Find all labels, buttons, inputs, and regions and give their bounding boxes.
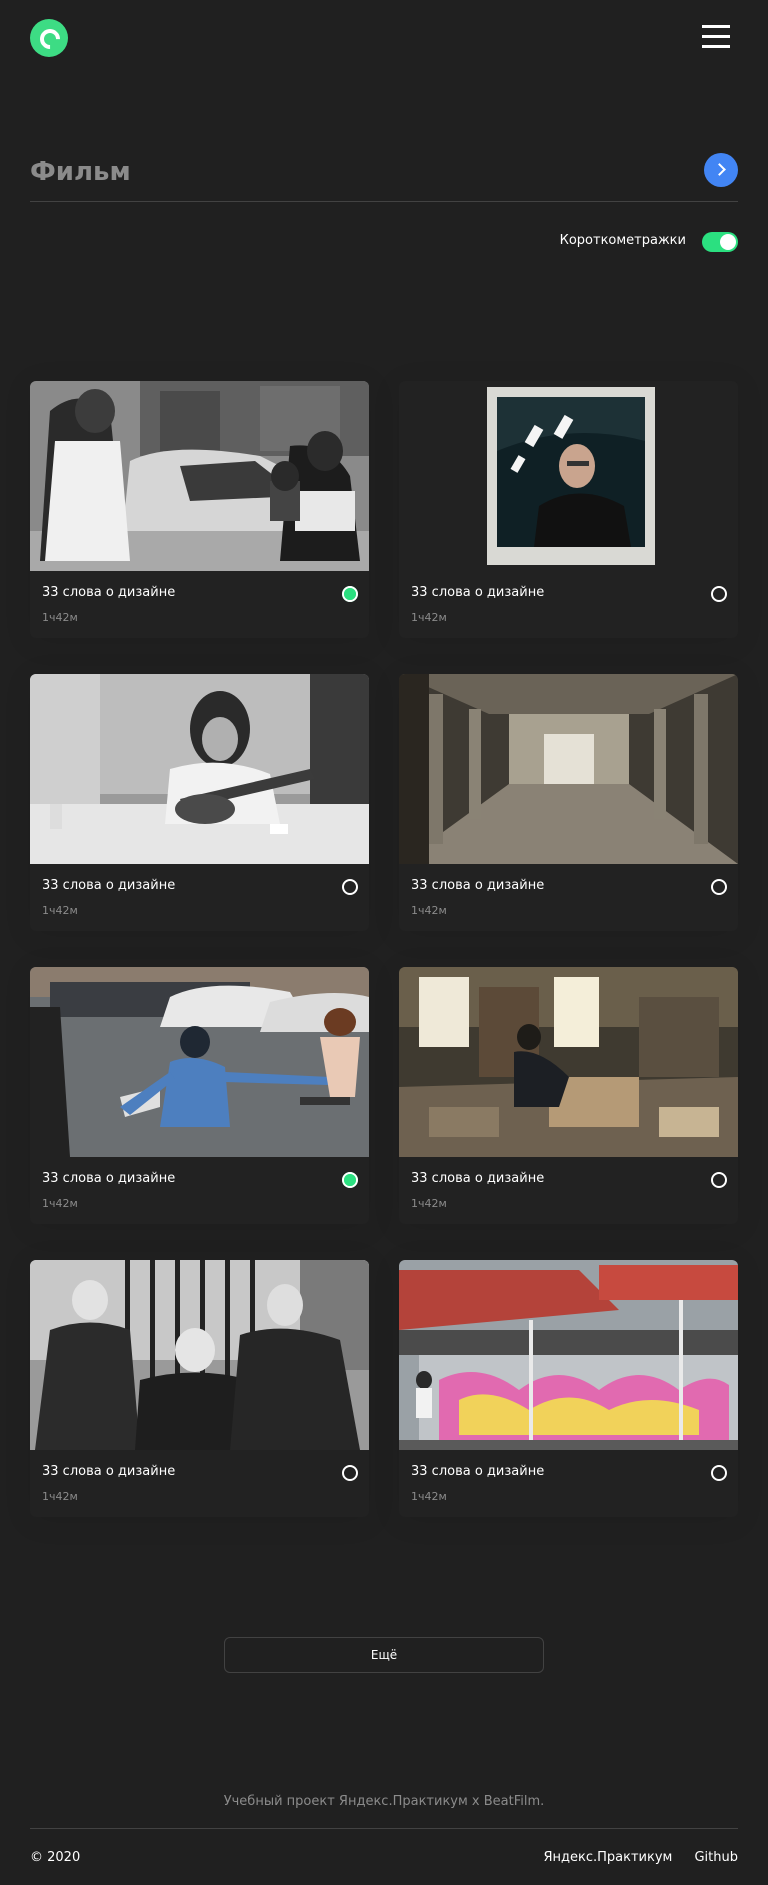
footer-link-github[interactable]: Github [694,1850,738,1865]
movie-duration: 1ч42м [42,904,78,917]
movie-thumbnail [399,381,738,571]
movie-card[interactable]: 33 слова о дизайне 1ч42м [399,1260,738,1517]
movie-card[interactable]: 33 слова о дизайне 1ч42м [399,967,738,1224]
footer-divider [30,1828,738,1829]
saved-indicator-icon[interactable] [342,586,358,602]
save-toggle-icon[interactable] [711,1465,727,1481]
shorts-filter: Короткометражки [530,230,738,252]
movie-title: 33 слова о дизайне [411,1464,545,1479]
menu-line [702,35,730,38]
movie-thumbnail [30,381,369,571]
movie-card[interactable]: 33 слова о дизайне 1ч42м [30,674,369,931]
movie-thumbnail [30,1260,369,1450]
search-submit-button[interactable] [704,153,738,187]
c-logo-icon[interactable] [30,19,68,57]
movie-card[interactable]: 33 слова о дизайне 1ч42м [30,381,369,638]
movie-thumbnail [399,674,738,864]
saved-indicator-icon[interactable] [342,1172,358,1188]
movie-duration: 1ч42м [411,904,447,917]
footer: Учебный проект Яндекс.Практикум х BeatFi… [30,1790,738,1870]
movie-title: 33 слова о дизайне [42,878,176,893]
movie-thumbnail [30,967,369,1157]
load-more-button[interactable]: Ещё [224,1637,544,1673]
movie-duration: 1ч42м [411,1490,447,1503]
footer-link-practicum[interactable]: Яндекс.Практикум [543,1850,672,1865]
save-toggle-icon[interactable] [711,879,727,895]
movie-title: 33 слова о дизайне [42,1171,176,1186]
save-toggle-icon[interactable] [711,1172,727,1188]
movie-card[interactable]: 33 слова о дизайне 1ч42м [30,1260,369,1517]
movie-duration: 1ч42м [411,611,447,624]
save-toggle-icon[interactable] [711,586,727,602]
movie-duration: 1ч42м [42,1197,78,1210]
movie-thumbnail [399,1260,738,1450]
movie-card[interactable]: 33 слова о дизайне 1ч42м [30,967,369,1224]
save-toggle-icon[interactable] [342,879,358,895]
movie-duration: 1ч42м [42,1490,78,1503]
movie-duration: 1ч42м [411,1197,447,1210]
copyright: © 2020 [30,1850,81,1865]
movie-title: 33 слова о дизайне [42,585,176,600]
menu-line [702,45,730,48]
header [0,0,768,74]
hamburger-menu-icon[interactable] [702,24,730,50]
footer-links: Яндекс.Практикум Github [525,1850,738,1865]
movie-title: 33 слова о дизайне [411,1171,545,1186]
search-form [30,140,738,202]
shorts-filter-label: Короткометражки [559,233,686,248]
search-input[interactable] [30,152,670,192]
movie-title: 33 слова о дизайне [411,878,545,893]
footer-description: Учебный проект Яндекс.Практикум х BeatFi… [223,1794,545,1809]
menu-line [702,25,730,28]
shorts-toggle[interactable] [702,232,738,252]
movie-thumbnail [30,674,369,864]
save-toggle-icon[interactable] [342,1465,358,1481]
movie-card[interactable]: 33 слова о дизайне 1ч42м [399,674,738,931]
movie-duration: 1ч42м [42,611,78,624]
movie-thumbnail [399,967,738,1157]
movie-card[interactable]: 33 слова о дизайне 1ч42м [399,381,738,638]
movie-title: 33 слова о дизайне [42,1464,176,1479]
movie-title: 33 слова о дизайне [411,585,545,600]
